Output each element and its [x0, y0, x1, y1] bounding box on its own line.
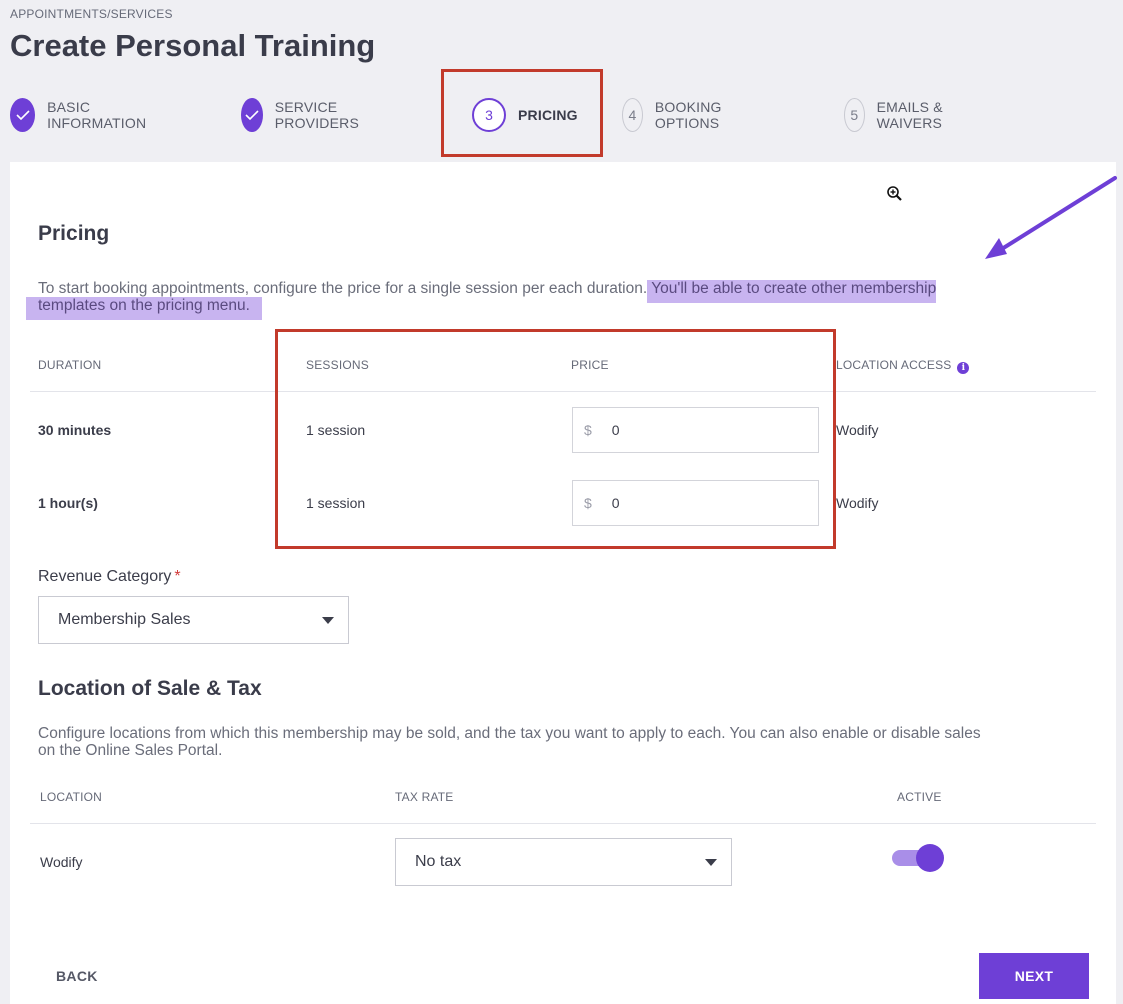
- revenue-category-select[interactable]: Membership Sales: [38, 596, 349, 644]
- column-header-sessions: SESSIONS: [306, 358, 369, 372]
- step-label: BASIC INFORMATION: [47, 99, 147, 131]
- pricing-title: Pricing: [38, 222, 110, 245]
- tax-rate-select[interactable]: No tax: [395, 838, 732, 886]
- step-basic-information[interactable]: BASIC INFORMATION: [10, 96, 155, 134]
- toggle-knob: [916, 844, 944, 872]
- step-label: SERVICE PROVIDERS: [274, 99, 359, 131]
- pricing-desc-highlight: templates on the pricing menu.: [26, 297, 262, 320]
- location-access-cell: Wodify: [836, 495, 879, 511]
- caret-down-icon: [322, 617, 334, 624]
- back-button[interactable]: BACK: [56, 968, 98, 984]
- caret-down-icon: [705, 859, 717, 866]
- info-icon[interactable]: i: [957, 362, 970, 374]
- column-header-duration: DURATION: [38, 358, 102, 372]
- select-value: No tax: [415, 853, 462, 870]
- column-header-location: LOCATION: [40, 790, 103, 804]
- price-value[interactable]: 0: [612, 422, 620, 438]
- breadcrumb[interactable]: APPOINTMENTS/SERVICES: [10, 7, 173, 21]
- pricing-desc-text: To start booking appointments, configure…: [38, 280, 648, 297]
- column-header-location-access: LOCATION ACCESS i: [836, 358, 970, 374]
- duration-cell: 1 hour(s): [38, 495, 98, 511]
- active-toggle[interactable]: [890, 844, 946, 872]
- location-access-cell: Wodify: [836, 422, 879, 438]
- currency-symbol: $: [584, 495, 592, 511]
- label-text: Revenue Category: [38, 568, 172, 585]
- step-service-providers[interactable]: SERVICE PROVIDERS: [241, 96, 371, 134]
- page-title: Create Personal Training: [10, 28, 376, 63]
- location-of-sale-description: Configure locations from which this memb…: [38, 725, 1108, 759]
- revenue-category-label: Revenue Category *: [38, 568, 181, 586]
- step-booking-options[interactable]: 4 BOOKING OPTIONS: [622, 96, 735, 134]
- next-button[interactable]: NEXT: [979, 953, 1089, 999]
- step-number: 3: [472, 98, 506, 132]
- price-value[interactable]: 0: [612, 495, 620, 511]
- currency-symbol: $: [584, 422, 592, 438]
- sessions-cell: 1 session: [306, 495, 366, 511]
- step-label: PRICING: [518, 107, 578, 123]
- column-header-label: LOCATION ACCESS: [836, 358, 952, 372]
- table-divider: [30, 823, 1096, 824]
- check-icon: [10, 98, 36, 132]
- location-of-sale-title: Location of Sale & Tax: [38, 677, 262, 700]
- step-number: 5: [844, 98, 865, 132]
- column-header-price: PRICE: [571, 358, 609, 372]
- sessions-cell: 1 session: [306, 422, 366, 438]
- step-label: EMAILS & WAIVERS: [876, 99, 943, 131]
- annotation-arrow-icon: [975, 170, 1123, 270]
- step-emails-waivers[interactable]: 5 EMAILS & WAIVERS: [844, 96, 955, 134]
- check-icon: [241, 98, 263, 132]
- desc-line: on the Online Sales Portal.: [38, 742, 223, 759]
- price-input[interactable]: $ 0: [572, 480, 819, 526]
- step-pricing[interactable]: 3 PRICING: [472, 96, 578, 134]
- table-divider: [30, 391, 1096, 392]
- pricing-card: Pricing To start booking appointments, c…: [10, 162, 1116, 1004]
- location-cell: Wodify: [40, 854, 83, 870]
- column-header-tax-rate: TAX RATE: [395, 790, 454, 804]
- column-header-active: ACTIVE: [897, 790, 942, 804]
- step-label: BOOKING OPTIONS: [654, 99, 722, 131]
- zoom-in-icon: [886, 185, 904, 208]
- desc-line: Configure locations from which this memb…: [38, 725, 981, 742]
- select-value: Membership Sales: [58, 611, 191, 628]
- pricing-desc-highlight: You'll be able to create other membershi…: [647, 280, 937, 303]
- required-mark: *: [174, 568, 181, 585]
- price-input[interactable]: $ 0: [572, 407, 819, 453]
- duration-cell: 30 minutes: [38, 422, 112, 438]
- pricing-description: To start booking appointments, configure…: [26, 280, 1098, 320]
- step-number: 4: [622, 98, 643, 132]
